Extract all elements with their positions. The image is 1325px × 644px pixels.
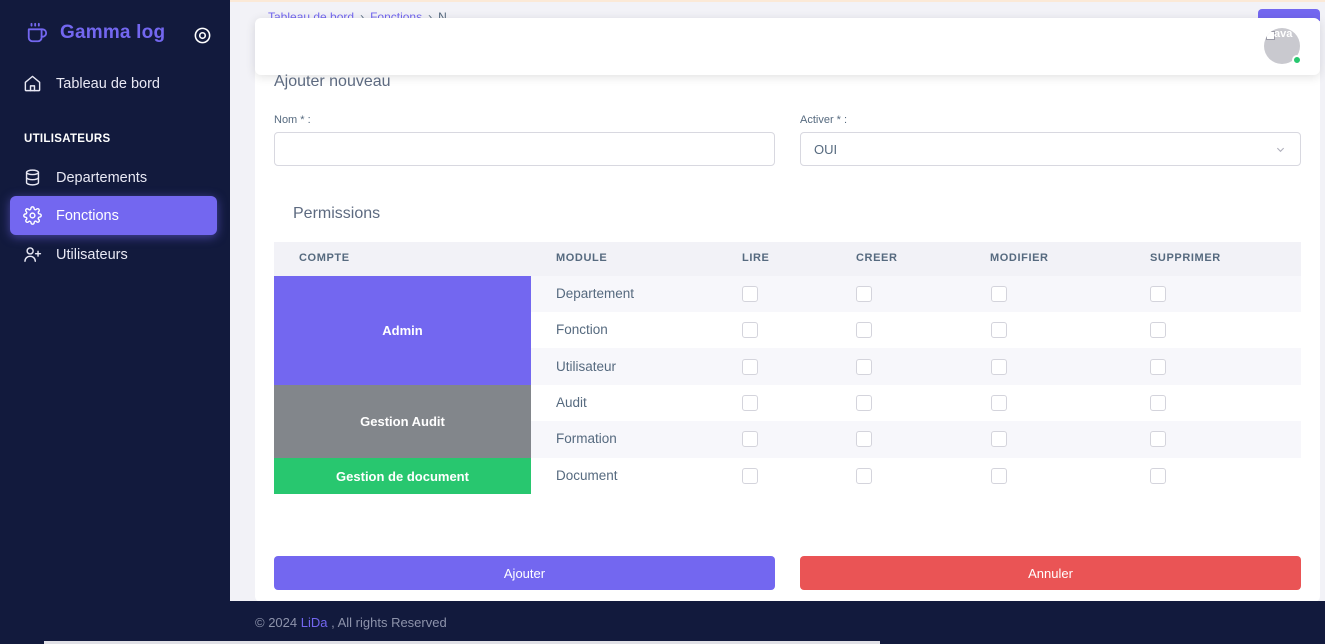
sidebar-item-label: Utilisateurs	[56, 246, 128, 263]
breadcrumb-link-dashboard[interactable]: Tableau de bord	[268, 10, 354, 18]
sidebar-item-label: Fonctions	[56, 207, 119, 224]
ajouter-button[interactable]: Ajouter	[274, 556, 775, 590]
nom-input[interactable]	[274, 132, 775, 166]
checkbox-lire[interactable]	[742, 286, 758, 302]
sidebar-item-fonctions[interactable]: Fonctions	[10, 196, 217, 235]
database-icon	[25, 169, 40, 186]
sidebar-item-departements[interactable]: Departements	[10, 158, 217, 197]
checkbox-modifier[interactable]	[991, 322, 1007, 338]
module-cell: Departement	[556, 286, 635, 301]
breadcrumb-separator: ›	[360, 10, 365, 18]
header-creer: CREER	[856, 252, 898, 264]
checkbox-modifier[interactable]	[991, 468, 1007, 484]
checkbox-creer[interactable]	[856, 359, 872, 375]
checkbox-lire[interactable]	[742, 322, 758, 338]
breadcrumb-link-fonctions[interactable]: Fonctions	[370, 10, 422, 18]
checkbox-creer[interactable]	[856, 322, 872, 338]
sidebar: Gamma log Tableau de bord UTILISATEURS D…	[0, 0, 230, 644]
checkbox-supprimer[interactable]	[1150, 431, 1166, 447]
module-cell: Audit	[556, 395, 587, 410]
online-status-dot	[1292, 55, 1302, 65]
checkbox-lire[interactable]	[742, 431, 758, 447]
checkbox-supprimer[interactable]	[1150, 286, 1166, 302]
header-compte: COMPTE	[299, 252, 350, 264]
checkbox-creer[interactable]	[856, 468, 872, 484]
checkbox-modifier[interactable]	[991, 286, 1007, 302]
coffee-cup-icon	[27, 22, 48, 43]
module-cell: Document	[556, 468, 618, 483]
sidebar-item-utilisateurs[interactable]: Utilisateurs	[10, 235, 217, 274]
header-module: MODULE	[556, 252, 608, 264]
avatar-alt-text: ava	[1274, 28, 1293, 40]
header-modifier: MODIFIER	[990, 252, 1049, 264]
checkbox-modifier[interactable]	[991, 359, 1007, 375]
checkbox-lire[interactable]	[742, 359, 758, 375]
checkbox-lire[interactable]	[742, 395, 758, 411]
section-title-utilisateurs: UTILISATEURS	[24, 133, 111, 145]
brand-name: Gamma log	[60, 22, 166, 43]
activer-select[interactable]: OUI	[800, 132, 1301, 166]
top-navbar: ava	[255, 18, 1320, 75]
checkbox-creer[interactable]	[856, 395, 872, 411]
checkbox-supprimer[interactable]	[1150, 359, 1166, 375]
brand[interactable]: Gamma log	[26, 22, 165, 44]
user-plus-icon	[24, 247, 42, 262]
footer-brand-link[interactable]: LiDa	[301, 615, 328, 630]
sidebar-item-label: Tableau de bord	[56, 75, 160, 92]
checkbox-modifier[interactable]	[991, 431, 1007, 447]
permissions-title: Permissions	[293, 205, 381, 222]
table-row	[531, 458, 1301, 494]
group-admin: Admin	[274, 276, 531, 385]
checkbox-creer[interactable]	[856, 431, 872, 447]
breadcrumb-separator: ›	[428, 10, 433, 18]
checkbox-creer[interactable]	[856, 286, 872, 302]
breadcrumb: Tableau de bord › Fonctions › N	[268, 10, 447, 18]
header-lire: LIRE	[742, 252, 770, 264]
table-row	[531, 385, 1301, 421]
annuler-button[interactable]: Annuler	[800, 556, 1301, 590]
checkbox-supprimer[interactable]	[1150, 468, 1166, 484]
group-gestion-de-document: Gestion de document	[274, 458, 531, 494]
activer-label: Activer * :	[800, 114, 848, 126]
footer-rights-text: , All rights Reserved	[327, 615, 447, 630]
table-row	[531, 312, 1301, 348]
checkbox-supprimer[interactable]	[1150, 395, 1166, 411]
collapse-menu-icon[interactable]	[193, 26, 212, 45]
page-title: Ajouter nouveau	[274, 73, 391, 90]
nom-label: Nom * :	[274, 114, 311, 126]
breadcrumb-current: N	[438, 10, 447, 18]
sidebar-item-tableau-de-bord[interactable]: Tableau de bord	[10, 64, 217, 103]
module-cell: Fonction	[556, 322, 608, 337]
checkbox-lire[interactable]	[742, 468, 758, 484]
top-accent-line	[230, 0, 1325, 2]
home-icon	[24, 75, 41, 92]
table-row	[531, 421, 1301, 458]
permissions-table-header	[274, 242, 1301, 276]
footer-copyright-prefix: © 2024	[255, 615, 301, 630]
footer-copyright: © 2024 LiDa , All rights Reserved	[255, 615, 447, 630]
sidebar-item-label: Departements	[56, 169, 148, 186]
checkbox-modifier[interactable]	[991, 395, 1007, 411]
table-row	[531, 276, 1301, 312]
header-supprimer: SUPPRIMER	[1150, 252, 1221, 264]
module-cell: Formation	[556, 431, 617, 446]
module-cell: Utilisateur	[556, 359, 617, 374]
activer-selected-value: OUI	[814, 142, 838, 157]
checkbox-supprimer[interactable]	[1150, 322, 1166, 338]
chevron-down-icon	[1276, 147, 1285, 153]
gear-icon	[23, 206, 42, 225]
table-row	[531, 348, 1301, 385]
group-gestion-audit: Gestion Audit	[274, 385, 531, 458]
